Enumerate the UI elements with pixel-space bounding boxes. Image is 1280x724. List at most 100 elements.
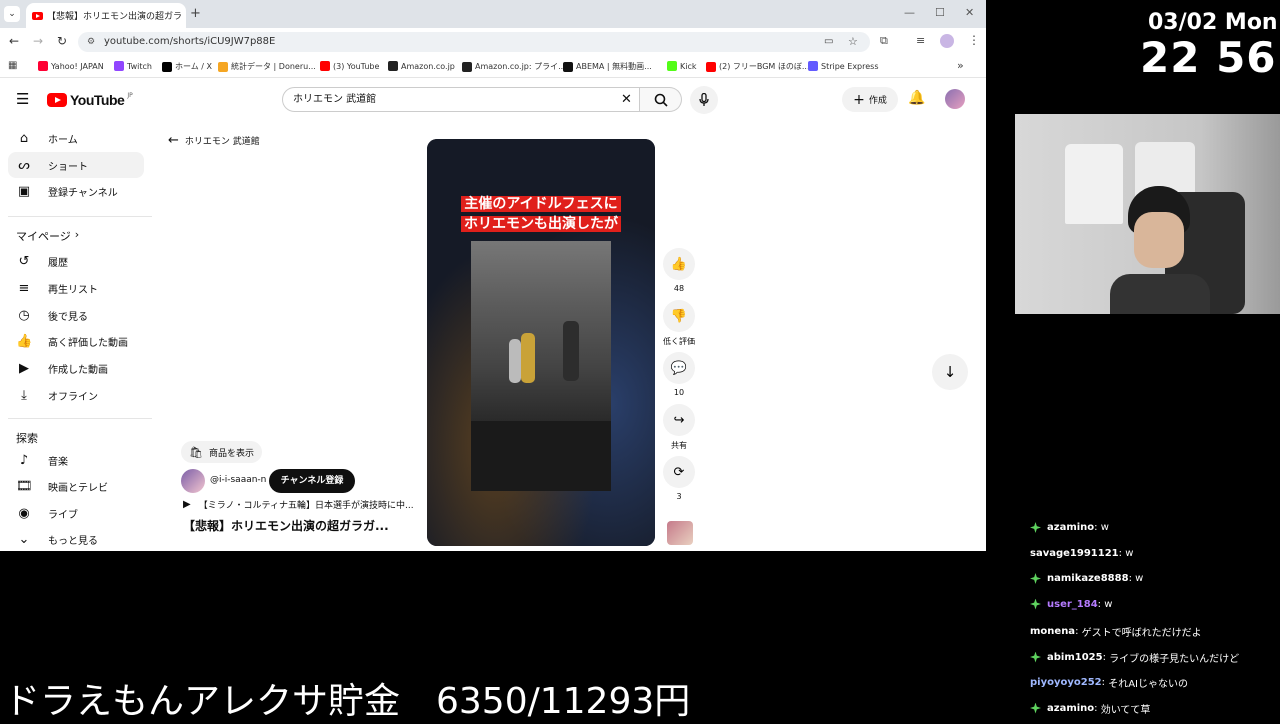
voice-search-button[interactable] bbox=[690, 86, 718, 114]
bookmark-item[interactable]: ABEMA | 無料動画... bbox=[563, 61, 652, 72]
back-to-search-link[interactable]: ← ホリエモン 武道館 bbox=[168, 133, 260, 148]
sidebar-item[interactable]: ⌄ もっと見る bbox=[8, 526, 144, 551]
active-tab[interactable]: 【悲報】ホリエモン出演の超ガラ 🔊 ✕ bbox=[26, 3, 186, 28]
bookmark-label: (3) YouTube bbox=[333, 61, 380, 71]
profile-avatar-icon[interactable] bbox=[940, 34, 954, 48]
media-control-icon[interactable]: ≡ bbox=[916, 34, 925, 47]
related-video-link[interactable]: ▶ 【ミラノ・コルティナ五輪】日本選手が演技時に中... bbox=[183, 498, 414, 511]
bookmark-item[interactable]: Amazon.co.jp bbox=[388, 61, 455, 71]
apps-grid-icon[interactable]: ▦ bbox=[8, 60, 17, 71]
channel-avatar[interactable] bbox=[181, 469, 205, 493]
share-button[interactable]: ↪ bbox=[663, 404, 695, 436]
subscriptions-icon: ▣ bbox=[17, 183, 31, 199]
site-info-icon[interactable]: ⚙ bbox=[87, 32, 95, 52]
close-window-button[interactable]: ✕ bbox=[965, 6, 974, 19]
chat-text: 効いてて草 bbox=[1100, 704, 1151, 716]
sidebar-item[interactable]: ◷ 後で見る bbox=[8, 302, 144, 328]
sidebar-item[interactable]: ▣ 登録チャンネル bbox=[8, 178, 144, 204]
chat-text: w bbox=[1135, 573, 1144, 584]
bookmark-label: Stripe Express bbox=[821, 61, 879, 71]
comments-button[interactable]: 💬 bbox=[663, 352, 695, 384]
sidebar-item[interactable]: ♪ 音楽 bbox=[8, 447, 144, 473]
streamer-face bbox=[1134, 212, 1184, 268]
thumbs-up-icon: 👍 bbox=[16, 333, 33, 349]
bookmark-item[interactable]: Amazon.co.jp: プライ... bbox=[462, 61, 566, 72]
reload-icon[interactable]: ↻ bbox=[57, 34, 67, 48]
create-button[interactable]: + 作成 bbox=[842, 87, 898, 112]
sidebar-item[interactable]: ⤓ オフライン bbox=[8, 382, 144, 408]
bookmark-item[interactable]: Yahoo! JAPAN bbox=[38, 61, 104, 71]
browser-menu-icon[interactable]: ⋮ bbox=[968, 33, 980, 47]
chat-username: abim1025 bbox=[1047, 651, 1103, 663]
search-input[interactable]: ホリエモン 武道館 ✕ bbox=[282, 87, 640, 112]
bookmark-favicon-icon bbox=[38, 61, 48, 71]
bookmark-item[interactable]: (3) YouTube bbox=[320, 61, 379, 71]
sidebar-item[interactable]: 🎞 映画とテレビ bbox=[8, 473, 144, 499]
streamer bbox=[1110, 186, 1210, 314]
subscribe-button[interactable]: チャンネル登録 bbox=[269, 469, 355, 493]
sidebar-item-label: ライブ bbox=[48, 509, 78, 521]
playlist-icon: ≡ bbox=[18, 280, 30, 296]
search-button[interactable] bbox=[640, 87, 682, 112]
history-icon: ↺ bbox=[18, 253, 30, 269]
remix-count: 3 bbox=[676, 492, 682, 501]
chat-text: それAIじゃないの bbox=[1108, 679, 1188, 690]
sidebar-item[interactable]: ᔕ ショート bbox=[8, 152, 144, 178]
comment-icon: 💬 bbox=[670, 360, 688, 376]
plus-icon: + bbox=[853, 91, 865, 108]
back-arrow-icon: ← bbox=[168, 133, 179, 148]
performer-figure bbox=[509, 339, 521, 383]
cast-icon[interactable]: ▭ bbox=[824, 32, 833, 52]
bookmark-favicon-icon bbox=[114, 61, 124, 71]
date-label: 03/02 Mon bbox=[1148, 10, 1278, 35]
new-tab-button[interactable]: + bbox=[190, 6, 201, 21]
arrow-down-icon: ↓ bbox=[943, 363, 957, 381]
youtube-logo[interactable]: YouTube JP bbox=[47, 92, 133, 108]
tab-strip: ⌄ 【悲報】ホリエモン出演の超ガラ 🔊 ✕ + — ☐ ✕ bbox=[0, 0, 986, 28]
like-button[interactable]: 👍 bbox=[663, 248, 695, 280]
extensions-icon[interactable]: ⧉ bbox=[880, 34, 888, 48]
sidebar-item-label: 作成した動画 bbox=[48, 364, 108, 376]
bookmark-item[interactable]: Stripe Express bbox=[808, 61, 879, 71]
bookmark-star-icon[interactable]: ☆ bbox=[848, 32, 858, 52]
forward-arrow-icon[interactable]: → bbox=[33, 34, 43, 48]
bookmark-item[interactable]: (2) フリーBGM ほのぼ... bbox=[706, 61, 810, 72]
related-label: 【ミラノ・コルティナ五輪】日本選手が演技時に中... bbox=[198, 501, 414, 511]
short-video-player[interactable]: 主催のアイドルフェスに ホリエモンも出演したが bbox=[427, 139, 655, 546]
sidebar-item[interactable]: ↺ 履歴 bbox=[8, 248, 144, 274]
remix-button[interactable]: ⟳ bbox=[663, 456, 695, 488]
home-icon: ⌂ bbox=[19, 130, 29, 146]
bookmark-label: 統計データ | Doneru... bbox=[231, 62, 316, 71]
sidebar-item[interactable]: ≡ 再生リスト bbox=[8, 275, 144, 301]
sidebar-item[interactable]: 👍 高く評価した動画 bbox=[8, 328, 144, 354]
back-arrow-icon[interactable]: ← bbox=[9, 34, 19, 48]
sound-thumbnail[interactable] bbox=[667, 521, 693, 545]
back-label: ホリエモン 武道館 bbox=[184, 137, 260, 147]
tab-search-button[interactable]: ⌄ bbox=[4, 6, 20, 22]
channel-handle[interactable]: @i-i-saaan-n bbox=[210, 475, 266, 485]
bookmark-favicon-icon bbox=[808, 61, 818, 71]
bookmarks-overflow-icon[interactable]: » bbox=[957, 59, 964, 72]
next-video-button[interactable]: ↓ bbox=[932, 354, 968, 390]
chat-message: savage1991121: w bbox=[1030, 548, 1133, 559]
tab-title: 【悲報】ホリエモン出演の超ガラ bbox=[47, 12, 183, 22]
clear-search-icon[interactable]: ✕ bbox=[621, 88, 632, 111]
bookmark-item[interactable]: Kick bbox=[667, 61, 697, 71]
address-bar[interactable]: ⚙ youtube.com/shorts/iCU9JW7p88E ▭ ☆ bbox=[78, 32, 870, 52]
bookmark-item[interactable]: ホーム / X bbox=[162, 61, 212, 72]
sidebar-item-label: 映画とテレビ bbox=[48, 482, 108, 494]
bookmark-item[interactable]: Twitch bbox=[114, 61, 152, 71]
sidebar-item[interactable]: ⌂ ホーム bbox=[8, 125, 144, 151]
my-page-heading[interactable]: マイページ › bbox=[16, 228, 79, 244]
maximize-button[interactable]: ☐ bbox=[935, 6, 945, 19]
notifications-bell-icon[interactable]: 🔔 bbox=[908, 90, 925, 106]
chat-text: ライブの様子見たいんだけど bbox=[1109, 653, 1240, 665]
dislike-button[interactable]: 👎 bbox=[663, 300, 695, 332]
sidebar-item[interactable]: ▶ 作成した動画 bbox=[8, 355, 144, 381]
minimize-button[interactable]: — bbox=[904, 6, 915, 19]
sidebar-item[interactable]: ◉ ライブ bbox=[8, 500, 144, 526]
show-products-button[interactable]: 🛍 商品を表示 bbox=[181, 441, 262, 463]
hamburger-menu-icon[interactable]: ☰ bbox=[16, 90, 29, 108]
account-avatar[interactable] bbox=[945, 89, 965, 109]
bookmark-item[interactable]: 統計データ | Doneru... bbox=[218, 61, 316, 72]
